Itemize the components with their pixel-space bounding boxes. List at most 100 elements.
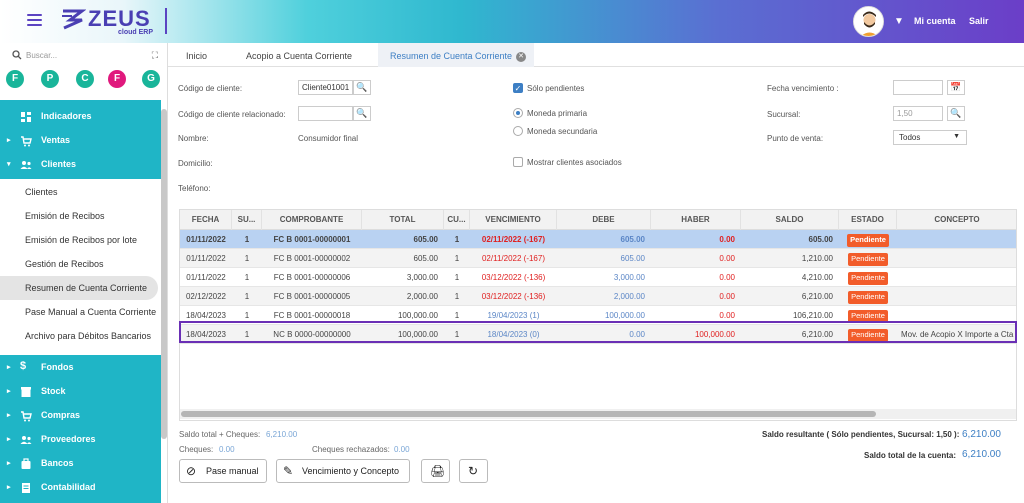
cell-estado: Pendiente (839, 230, 897, 249)
close-tab-icon[interactable]: ✕ (516, 52, 527, 62)
cheques-label: Cheques: (179, 445, 214, 454)
sidebar-item-bancos[interactable]: ▸ Bancos (0, 452, 161, 476)
sidebar-item-proveedores[interactable]: ▸ Proveedores (0, 428, 161, 452)
column-header[interactable]: HABER (651, 210, 741, 230)
table-row[interactable]: 02/12/2022 1 FC B 0001-00000005 2,000.00 1 03… (180, 287, 1016, 306)
favorite-shortcut[interactable]: C (76, 70, 94, 88)
print-button[interactable]: 🖨 (421, 459, 450, 483)
calendar-button[interactable]: 📅 (947, 80, 965, 95)
sidebar-item-label: Contabilidad (41, 482, 96, 492)
tab-acopio[interactable]: Acopio a Cuenta Corriente (246, 43, 352, 67)
column-header[interactable]: FECHA (180, 210, 232, 230)
search-cliente-button[interactable]: 🔍 (353, 80, 371, 95)
column-header[interactable]: SALDO (741, 210, 839, 230)
column-header[interactable]: SU... (232, 210, 262, 230)
account-link[interactable]: Mi cuenta (914, 16, 956, 26)
punto-venta-select[interactable]: Todos ▼ (893, 130, 967, 145)
sidebar-subitem-pase-manual[interactable]: Pase Manual a Cuenta Corriente (0, 300, 161, 324)
vencimiento-concepto-button[interactable]: ✎ Vencimiento y Concepto (276, 459, 410, 483)
sidebar-item-indicadores[interactable]: Indicadores (0, 105, 161, 129)
pase-manual-button[interactable]: ⊘ Pase manual (179, 459, 267, 483)
sidebar-item-contabilidad[interactable]: ▸ Contabilidad (0, 476, 161, 500)
chevron-down-icon[interactable]: ▼ (894, 16, 904, 27)
sidebar-item-fondos[interactable]: ▸ $ Fondos (0, 356, 161, 380)
caret-right-icon: ▸ (7, 436, 11, 443)
sidebar-subitem-gestion-recibos[interactable]: Gestión de Recibos (0, 252, 161, 276)
column-header[interactable]: CU... (444, 210, 470, 230)
tab-inicio[interactable]: Inicio (186, 43, 207, 67)
sidebar-search[interactable]: Buscar... ⛶ (12, 50, 162, 64)
selected-row-highlight (179, 321, 1017, 343)
refresh-button[interactable]: ↻ (459, 459, 488, 483)
hamburger-menu-icon[interactable] (27, 14, 42, 26)
search-relacionado-button[interactable]: 🔍 (353, 106, 371, 121)
column-header[interactable]: VENCIMIENTO (470, 210, 557, 230)
cell-haber: 0.00 (719, 254, 735, 263)
moneda-secundaria-radio[interactable] (513, 126, 523, 136)
cell-cu: 1 (454, 292, 460, 301)
favorite-shortcut[interactable]: G (142, 70, 160, 88)
sidebar-item-compras[interactable]: ▸ Compras (0, 404, 161, 428)
sidebar-item-stock[interactable]: ▸ Stock (0, 380, 161, 404)
cell-saldo: 4,210.00 (801, 273, 833, 282)
codigo-cliente-input[interactable]: Cliente01001 (298, 80, 353, 95)
solo-pendientes-label: Sólo pendientes (527, 84, 585, 93)
solo-pendientes-checkbox[interactable]: ✓ (513, 83, 523, 93)
column-header[interactable]: CONCEPTO (897, 210, 1016, 230)
sidebar-subitem-debitos-bancarios[interactable]: Archivo para Débitos Bancarios (0, 324, 161, 348)
scrollbar-thumb[interactable] (181, 411, 876, 417)
column-header[interactable]: COMPROBANTE (262, 210, 362, 230)
table-row[interactable]: 01/11/2022 1 FC B 0001-00000001 605.00 1 02/1… (180, 230, 1016, 249)
cell-cu: 1 (454, 235, 460, 244)
column-header[interactable]: TOTAL (362, 210, 444, 230)
cell-su: 1 (244, 235, 250, 244)
ledger-icon (22, 483, 30, 493)
sidebar-item-clientes[interactable]: ▾ Clientes (0, 153, 161, 177)
caret-right-icon: ▸ (7, 137, 11, 144)
sidebar-subitem-emision-recibos[interactable]: Emisión de Recibos (0, 204, 161, 228)
printer-icon: 🖨 (430, 464, 446, 478)
cell-haber: 0.00 (719, 273, 735, 282)
sidebar-subitem-resumen-cuenta[interactable]: Resumen de Cuenta Corriente (0, 276, 158, 300)
mostrar-asociados-checkbox[interactable] (513, 157, 523, 167)
sidebar-scrollbar[interactable] (161, 109, 167, 439)
favorite-shortcut[interactable]: F (108, 70, 126, 88)
cell-venc: 02/11/2022 (-167) (481, 235, 546, 244)
logo-divider (165, 8, 167, 34)
sidebar-subitem-emision-recibos-lote[interactable]: Emisión de Recibos por lote (0, 228, 161, 252)
sidebar-item-ventas[interactable]: ▸ Ventas (0, 129, 161, 153)
codigo-relacionado-input[interactable] (298, 106, 353, 121)
saldo-total-label: Saldo total + Cheques: (179, 430, 261, 439)
cell-comp: FC B 0001-00000001 (273, 235, 351, 244)
expand-icon[interactable]: ⛶ (152, 50, 158, 61)
nombre-label: Nombre: (178, 134, 209, 143)
search-sucursal-button[interactable]: 🔍 (947, 106, 965, 121)
domicilio-label: Domicilio: (178, 159, 213, 168)
cell-fecha: 02/12/2022 (185, 292, 227, 301)
cell-estado: Pendiente (839, 268, 897, 287)
column-header[interactable]: ESTADO (839, 210, 897, 230)
table-row[interactable]: 01/11/2022 1 FC B 0001-00000002 605.00 1 02/1… (180, 249, 1016, 268)
cell-su: 1 (244, 273, 250, 282)
favorite-shortcut[interactable]: F (6, 70, 24, 88)
codigo-relacionado-label: Código de cliente relacionado: (178, 110, 286, 119)
sidebar-item-label: Compras (41, 410, 81, 420)
cell-fecha: 01/11/2022 (186, 235, 226, 244)
fecha-vencimiento-input[interactable] (893, 80, 943, 95)
logout-link[interactable]: Salir (969, 16, 989, 26)
bank-icon (21, 458, 31, 469)
column-header[interactable]: DEBE (557, 210, 651, 230)
tab-resumen-cuenta[interactable]: Resumen de Cuenta Corriente ✕ (378, 43, 535, 67)
search-icon: 🔍 (356, 108, 368, 118)
sidebar-subitem-clientes[interactable]: Clientes (0, 180, 161, 204)
moneda-primaria-radio[interactable] (513, 108, 523, 118)
favorite-shortcut[interactable]: P (41, 70, 59, 88)
cart-icon (21, 136, 32, 147)
calendar-icon: 📅 (950, 82, 962, 92)
horizontal-scrollbar[interactable] (180, 409, 1016, 419)
sucursal-input[interactable]: 1,50 (893, 106, 943, 121)
user-avatar[interactable] (853, 6, 884, 37)
cell-haber: 0.00 (719, 235, 735, 244)
table-row[interactable]: 01/11/2022 1 FC B 0001-00000006 3,000.00 1 03… (180, 268, 1016, 287)
box-icon (21, 387, 31, 397)
